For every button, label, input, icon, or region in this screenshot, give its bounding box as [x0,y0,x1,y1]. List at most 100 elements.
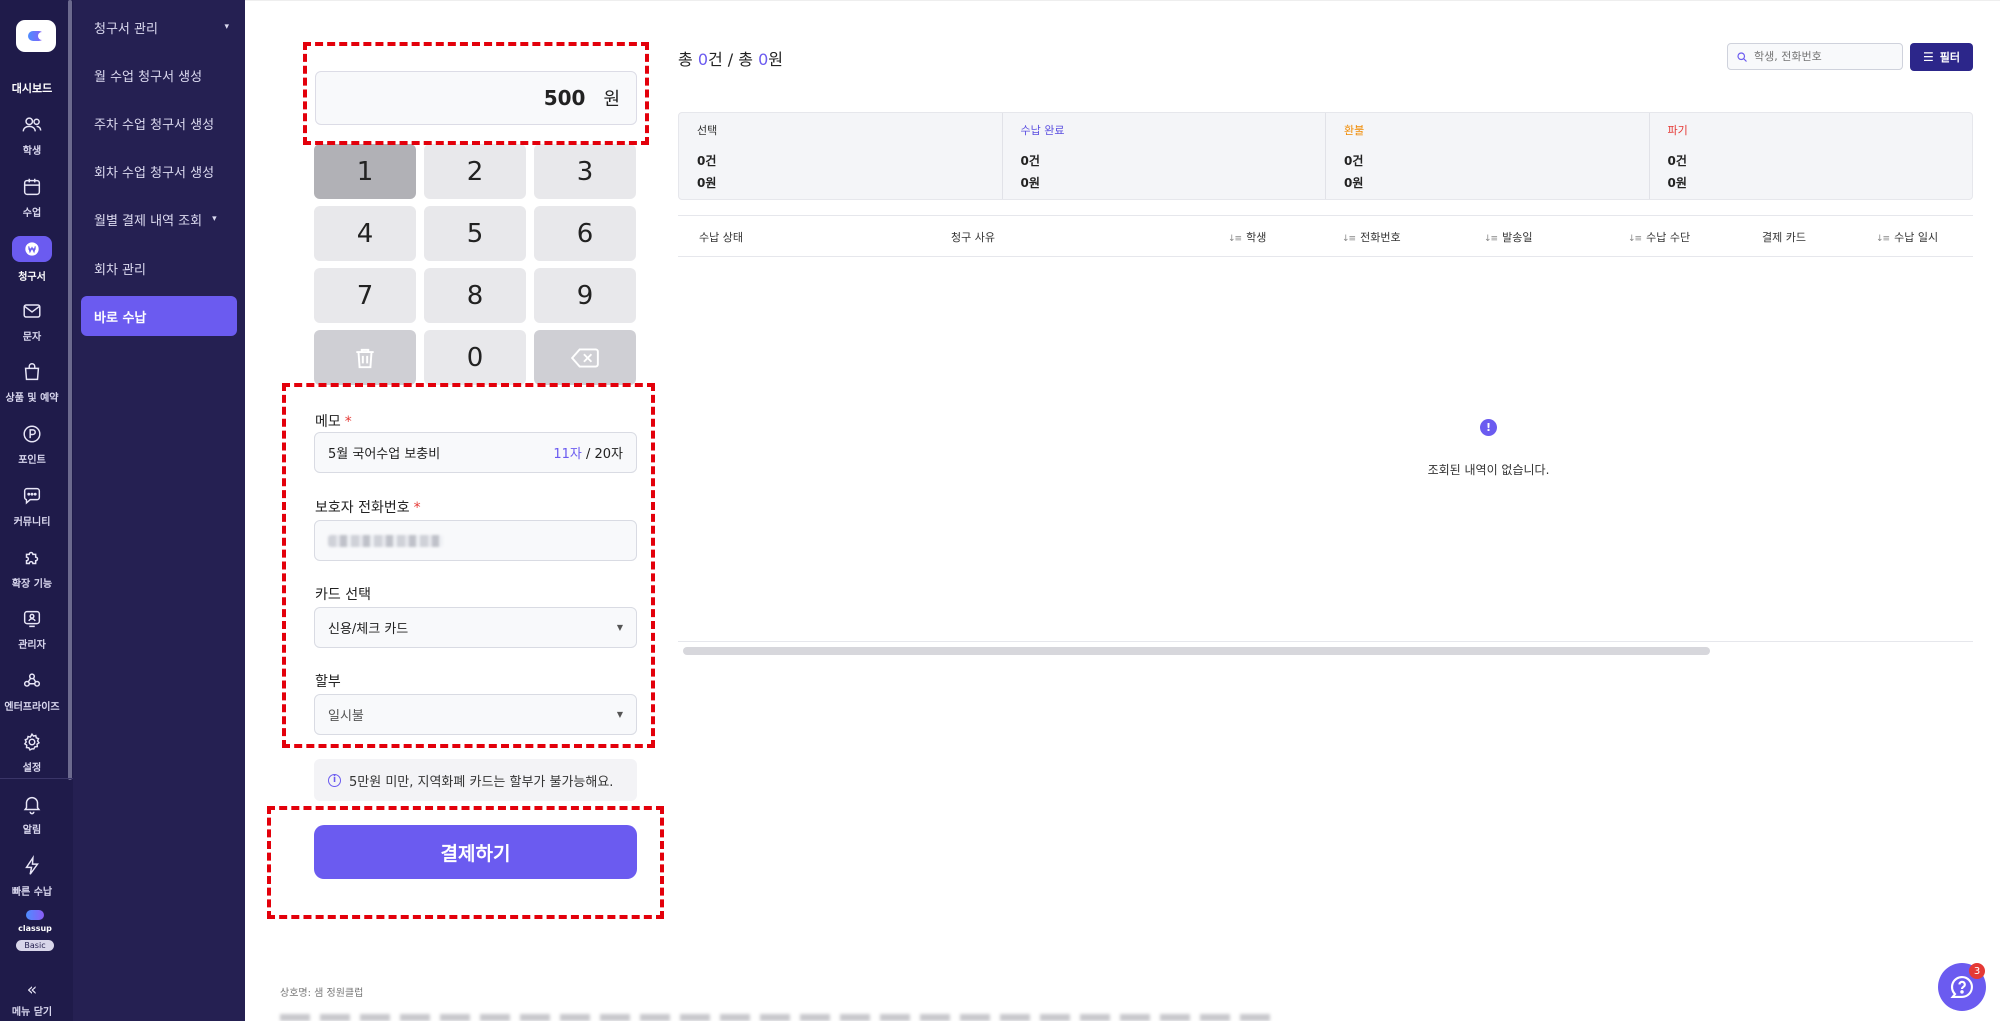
highlight-pay-button [267,806,664,919]
won-icon [25,242,39,256]
summary-count: 0건 [697,154,717,168]
help-badge: 3 [1969,963,1985,979]
submenu-label: 월 수업 청구서 생성 [94,69,203,85]
column-payment-method[interactable]: ↓≡ 수납 수단 [1628,229,1690,245]
column-paid-at[interactable]: ↓≡ 수납 일시 [1876,229,1938,245]
rail-item-settings[interactable]: 설정 [0,731,64,774]
clear-key[interactable] [314,330,416,385]
filter-button[interactable]: ☰ 필터 [1910,43,1973,71]
column-label: 수납 일시 [1894,231,1939,244]
rail-item-quick-pay[interactable]: 빠른 수납 [0,855,64,898]
mail-icon [23,304,41,318]
submenu-session-management[interactable]: 회차 관리 [81,248,237,288]
column-reason[interactable]: 청구 사유 [951,229,995,245]
submenu-invoice-management[interactable]: 청구서 관리 ▾ [81,7,237,47]
column-status[interactable]: 수납 상태 [699,229,743,245]
submenu-monthly-payment-history[interactable]: 월별 결제 내역 조회 ▾ [81,199,237,239]
submenu-label: 바로 수납 [94,310,147,326]
column-label: 수납 수단 [1646,231,1691,244]
key-4[interactable]: 4 [314,206,416,261]
collapse-menu-button[interactable]: « 메뉴 닫기 [0,981,64,1018]
footer-company: 상호명: 샘 정원클럽 [280,988,364,999]
users-icon [22,117,42,132]
summary-amount: 0원 [1344,176,1364,190]
rail-item-students[interactable]: 학생 [0,114,64,157]
rail-item-notifications[interactable]: 알림 [0,793,64,836]
rail-scrollbar[interactable] [68,0,72,780]
rail-item-products[interactable]: 상품 및 예약 [0,361,64,404]
key-2[interactable]: 2 [424,144,526,199]
rail-item-label: 수업 [22,208,42,219]
column-card[interactable]: 결제 카드 [1762,229,1806,245]
caret-down-icon: ▾ [212,214,217,224]
rail-item-admin[interactable]: 관리자 [0,608,64,651]
key-9[interactable]: 9 [534,268,636,323]
search-input[interactable] [1754,50,1894,63]
submenu-instant-payment[interactable]: 바로 수납 [81,296,237,336]
summary-title: 수납 완료 [1020,124,1065,137]
backspace-key[interactable] [534,330,636,385]
total-summary: 총 0건 / 총 0원 [678,46,783,70]
key-5[interactable]: 5 [424,206,526,261]
lightning-icon [25,855,39,875]
rail-item-dashboard[interactable]: 대시보드 [0,80,64,96]
column-student[interactable]: ↓≡ 학생 [1228,229,1266,245]
key-7[interactable]: 7 [314,268,416,323]
help-chat-button[interactable]: 3 [1938,963,1986,1011]
submenu-label: 청구서 관리 [94,21,158,37]
summary-selected: 선택 0건 0원 [679,113,1003,199]
enterprise-icon [23,673,41,687]
rail-item-community[interactable]: 커뮤니티 [0,485,64,528]
horizontal-scrollbar[interactable] [683,647,1710,655]
highlight-amount [303,42,649,145]
rail-item-enterprise[interactable]: 엔터프라이즈 [0,670,64,713]
table-header: 수납 상태 청구 사유 ↓≡ 학생 ↓≡ 전화번호 ↓≡ 발송일 ↓≡ 수납 수단 결제… [678,215,1973,257]
total-count: 0 [697,50,708,69]
gear-icon [23,732,40,751]
rail-item-points[interactable]: 포인트 [0,423,64,466]
submenu-session-invoice[interactable]: 회차 수업 청구서 생성 [81,151,237,191]
rail-item-message[interactable]: 문자 [0,300,64,343]
invoice-submenu: 청구서 관리 ▾ 월 수업 청구서 생성 주차 수업 청구서 생성 회차 수업 … [73,0,245,1021]
summary-count: 0건 [1667,154,1687,168]
key-3[interactable]: 3 [534,144,636,199]
column-label: 전화번호 [1360,231,1401,244]
rail-item-invoice[interactable]: 청구서 [0,236,64,283]
sliders-icon: ☰ [1922,50,1934,64]
submenu-monthly-invoice[interactable]: 월 수업 청구서 생성 [81,55,237,95]
filter-label: 필터 [1939,51,1960,64]
rail-item-label: 문자 [22,332,42,343]
bell-icon [23,796,41,815]
key-1[interactable]: 1 [314,144,416,199]
column-label: 학생 [1246,231,1267,244]
search-box[interactable] [1727,43,1903,70]
submenu-weekly-invoice[interactable]: 주차 수업 청구서 생성 [81,103,237,143]
summary-refund: 환불 0건 0원 [1326,113,1650,199]
rail-item-label: 포인트 [18,455,46,466]
rail-item-label: 엔터프라이즈 [4,702,60,713]
submenu-label: 월별 결제 내역 조회 [94,213,203,229]
column-sent-date[interactable]: ↓≡ 발송일 [1484,229,1532,245]
total-amount: 0 [758,50,769,69]
rail-item-label: 상품 및 예약 [5,393,59,404]
notice-text: 5만원 미만, 지역화폐 카드는 할부가 불가능해요. [349,774,614,790]
summary-title: 파기 [1667,124,1688,137]
key-0[interactable]: 0 [424,330,526,385]
alert-icon: ! [1480,419,1497,436]
summary-cards: 선택 0건 0원 수납 완료 0건 0원 환불 0건 0원 파기 0건 0원 [678,112,1973,200]
app-logo[interactable] [16,20,56,52]
rail-active-indicator [12,236,52,262]
rail-item-label: 관리자 [18,640,46,651]
total-suffix: 원 [768,50,784,69]
total-mid: 건 / 총 [708,50,759,69]
sort-icon: ↓≡ [1228,234,1242,244]
rail-item-classes[interactable]: 수업 [0,176,64,219]
brand-logo-icon [26,910,44,920]
key-6[interactable]: 6 [534,206,636,261]
rail-item-extensions[interactable]: 확장 기능 [0,547,64,590]
brand-name: classup [18,924,52,933]
sort-icon: ↓≡ [1876,234,1890,244]
empty-message: 조회된 내역이 없습니다. [1427,463,1550,477]
key-8[interactable]: 8 [424,268,526,323]
column-phone[interactable]: ↓≡ 전화번호 [1342,229,1401,245]
